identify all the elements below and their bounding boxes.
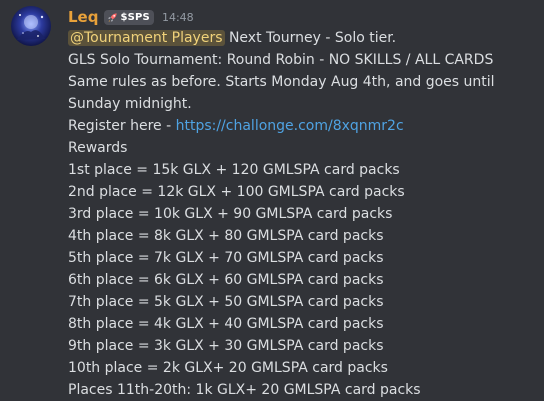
reward-line: 4th place = 8k GLX + 80 GMLSPA card pack… bbox=[68, 228, 384, 244]
title-line: GLS Solo Tournament: Round Robin - NO SK… bbox=[68, 52, 494, 68]
reward-line: 1st place = 15k GLX + 120 GMLSPA card pa… bbox=[68, 162, 400, 178]
reward-line: Places 11th-20th: 1k GLX+ 20 GMLSPA card… bbox=[68, 382, 421, 398]
timestamp[interactable]: 14:48 bbox=[162, 11, 194, 24]
avatar-image bbox=[11, 6, 51, 46]
message-header: Leq $SPS 14:48 bbox=[68, 6, 194, 28]
message-content: @Tournament Players Next Tourney - Solo … bbox=[68, 27, 538, 401]
reward-line: 6th place = 6k GLX + 60 GMLSPA card pack… bbox=[68, 272, 384, 288]
rewards-heading: Rewards bbox=[68, 140, 128, 156]
reward-line: 5th place = 7k GLX + 70 GMLSPA card pack… bbox=[68, 250, 384, 266]
rocket-icon bbox=[108, 12, 118, 22]
chat-message: Leq $SPS 14:48 @Tournament Players Next … bbox=[0, 0, 544, 401]
register-link[interactable]: https://challonge.com/8xqnmr2c bbox=[176, 118, 404, 134]
reward-line: 9th place = 3k GLX + 30 GMLSPA card pack… bbox=[68, 338, 384, 354]
rules-line: Same rules as before. Starts Monday Aug … bbox=[68, 74, 495, 112]
reward-line: 10th place = 2k GLX+ 20 GMLSPA card pack… bbox=[68, 360, 388, 376]
role-tag[interactable]: $SPS bbox=[104, 9, 154, 25]
username[interactable]: Leq bbox=[68, 8, 98, 26]
register-line: Register here - https://challonge.com/8x… bbox=[68, 115, 538, 137]
avatar[interactable] bbox=[11, 6, 51, 46]
intro-line: @Tournament Players Next Tourney - Solo … bbox=[68, 27, 538, 49]
reward-line: 3rd place = 10k GLX + 90 GMLSPA card pac… bbox=[68, 206, 393, 222]
role-mention[interactable]: @Tournament Players bbox=[68, 30, 225, 46]
reward-line: 7th place = 5k GLX + 50 GMLSPA card pack… bbox=[68, 294, 384, 310]
register-prefix: Register here - bbox=[68, 118, 176, 134]
intro-text: Next Tourney - Solo tier. bbox=[228, 30, 397, 46]
role-tag-label: $SPS bbox=[120, 11, 150, 23]
reward-line: 2nd place = 12k GLX + 100 GMLSPA card pa… bbox=[68, 184, 405, 200]
reward-line: 8th place = 4k GLX + 40 GMLSPA card pack… bbox=[68, 316, 384, 332]
